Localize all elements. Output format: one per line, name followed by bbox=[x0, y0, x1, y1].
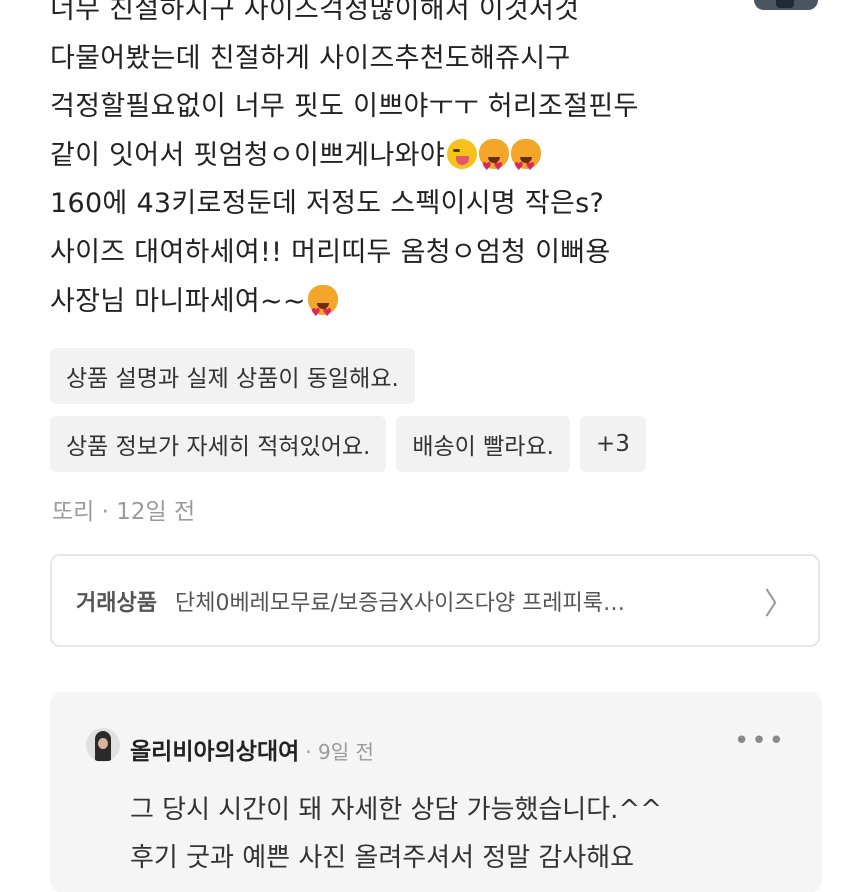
reviewer-name[interactable]: 또리 bbox=[52, 499, 94, 525]
reply-time: · 9일 전 bbox=[305, 740, 374, 764]
review-meta: 또리 · 12일 전 bbox=[52, 492, 195, 526]
heart-eyes-cat-icon bbox=[478, 138, 509, 191]
tag-chip: 상품 정보가 자세히 적혀있어요. bbox=[50, 416, 387, 472]
product-name: 단체0베레모무료/보증금X사이즈다양 프레피룩… bbox=[174, 590, 626, 616]
tag-row: 상품 정보가 자세히 적혀있어요. 배송이 빨라요. +3 bbox=[50, 416, 810, 472]
tag-row: 상품 설명과 실제 상품이 동일해요. bbox=[50, 348, 810, 404]
review-line-with-emoji: 같이 잇어서 핏엄청ㅇ이쁘게나와야 bbox=[50, 132, 830, 191]
traded-product-card[interactable]: 거래상품 단체0베레모무료/보증금X사이즈다양 프레피룩… 〉 bbox=[50, 554, 820, 647]
seller-header: 올리비아의상대여 · 9일 전 bbox=[130, 732, 374, 766]
face-savoring-icon bbox=[446, 138, 477, 169]
review-line: 사장님 마니파세여~~ bbox=[50, 285, 306, 317]
review-line: 160에 43키로정둔데 저정도 스펙이시명 작은s? bbox=[50, 188, 605, 220]
more-dots-icon[interactable]: ••• bbox=[734, 726, 786, 756]
chevron-right-icon: 〉 bbox=[764, 586, 794, 622]
review-line: 걱정할필요없이 너무 핏도 이쁘야ㅜㅜ 허리조절핀두 bbox=[50, 91, 639, 123]
review-tags: 상품 설명과 실제 상품이 동일해요. 상품 정보가 자세히 적혀있어요. 배송… bbox=[50, 348, 810, 484]
reply-line: 후기 굿과 예쁜 사진 올려주셔서 정말 감사해요 bbox=[130, 843, 635, 873]
tag-chip: 상품 설명과 실제 상품이 동일해요. bbox=[50, 348, 415, 404]
heart-eyes-cat-icon bbox=[510, 138, 541, 191]
review-time: · 12일 전 bbox=[94, 499, 196, 525]
heart-eyes-cat-icon bbox=[307, 284, 338, 337]
more-tags-button[interactable]: +3 bbox=[579, 416, 646, 472]
tag-chip: 배송이 빨라요. bbox=[396, 416, 570, 472]
review-body: 너무 친절하시구 사이즈걱정많이해서 이것저것 다물어봤는데 친절하게 사이즈추… bbox=[50, 0, 830, 337]
review-line-with-emoji: 사장님 마니파세여~~ bbox=[50, 278, 830, 337]
avatar[interactable] bbox=[86, 728, 120, 762]
review-line: 다물어봤는데 친절하게 사이즈추천도해쥬시구 bbox=[50, 42, 571, 74]
review-line: 같이 잇어서 핏엄청ㅇ이쁘게나와야 bbox=[50, 139, 445, 171]
review-line: 너무 친절하시구 사이즈걱정많이해서 이것저것 bbox=[50, 0, 580, 25]
product-label: 거래상품 bbox=[76, 590, 157, 616]
review-line: 사이즈 대여하세여!! 머리띠두 옴청ㅇ엄청 이뻐용 bbox=[50, 236, 611, 268]
seller-reply: 올리비아의상대여 · 9일 전 ••• 그 당시 시간이 돼 자세한 상담 가능… bbox=[50, 692, 822, 892]
reply-body: 그 당시 시간이 돼 자세한 상담 가능했습니다.^^ 후기 굿과 예쁜 사진 … bbox=[130, 786, 810, 882]
seller-name[interactable]: 올리비아의상대여 bbox=[130, 732, 299, 766]
reply-line: 그 당시 시간이 돼 자세한 상담 가능했습니다.^^ bbox=[130, 795, 662, 825]
